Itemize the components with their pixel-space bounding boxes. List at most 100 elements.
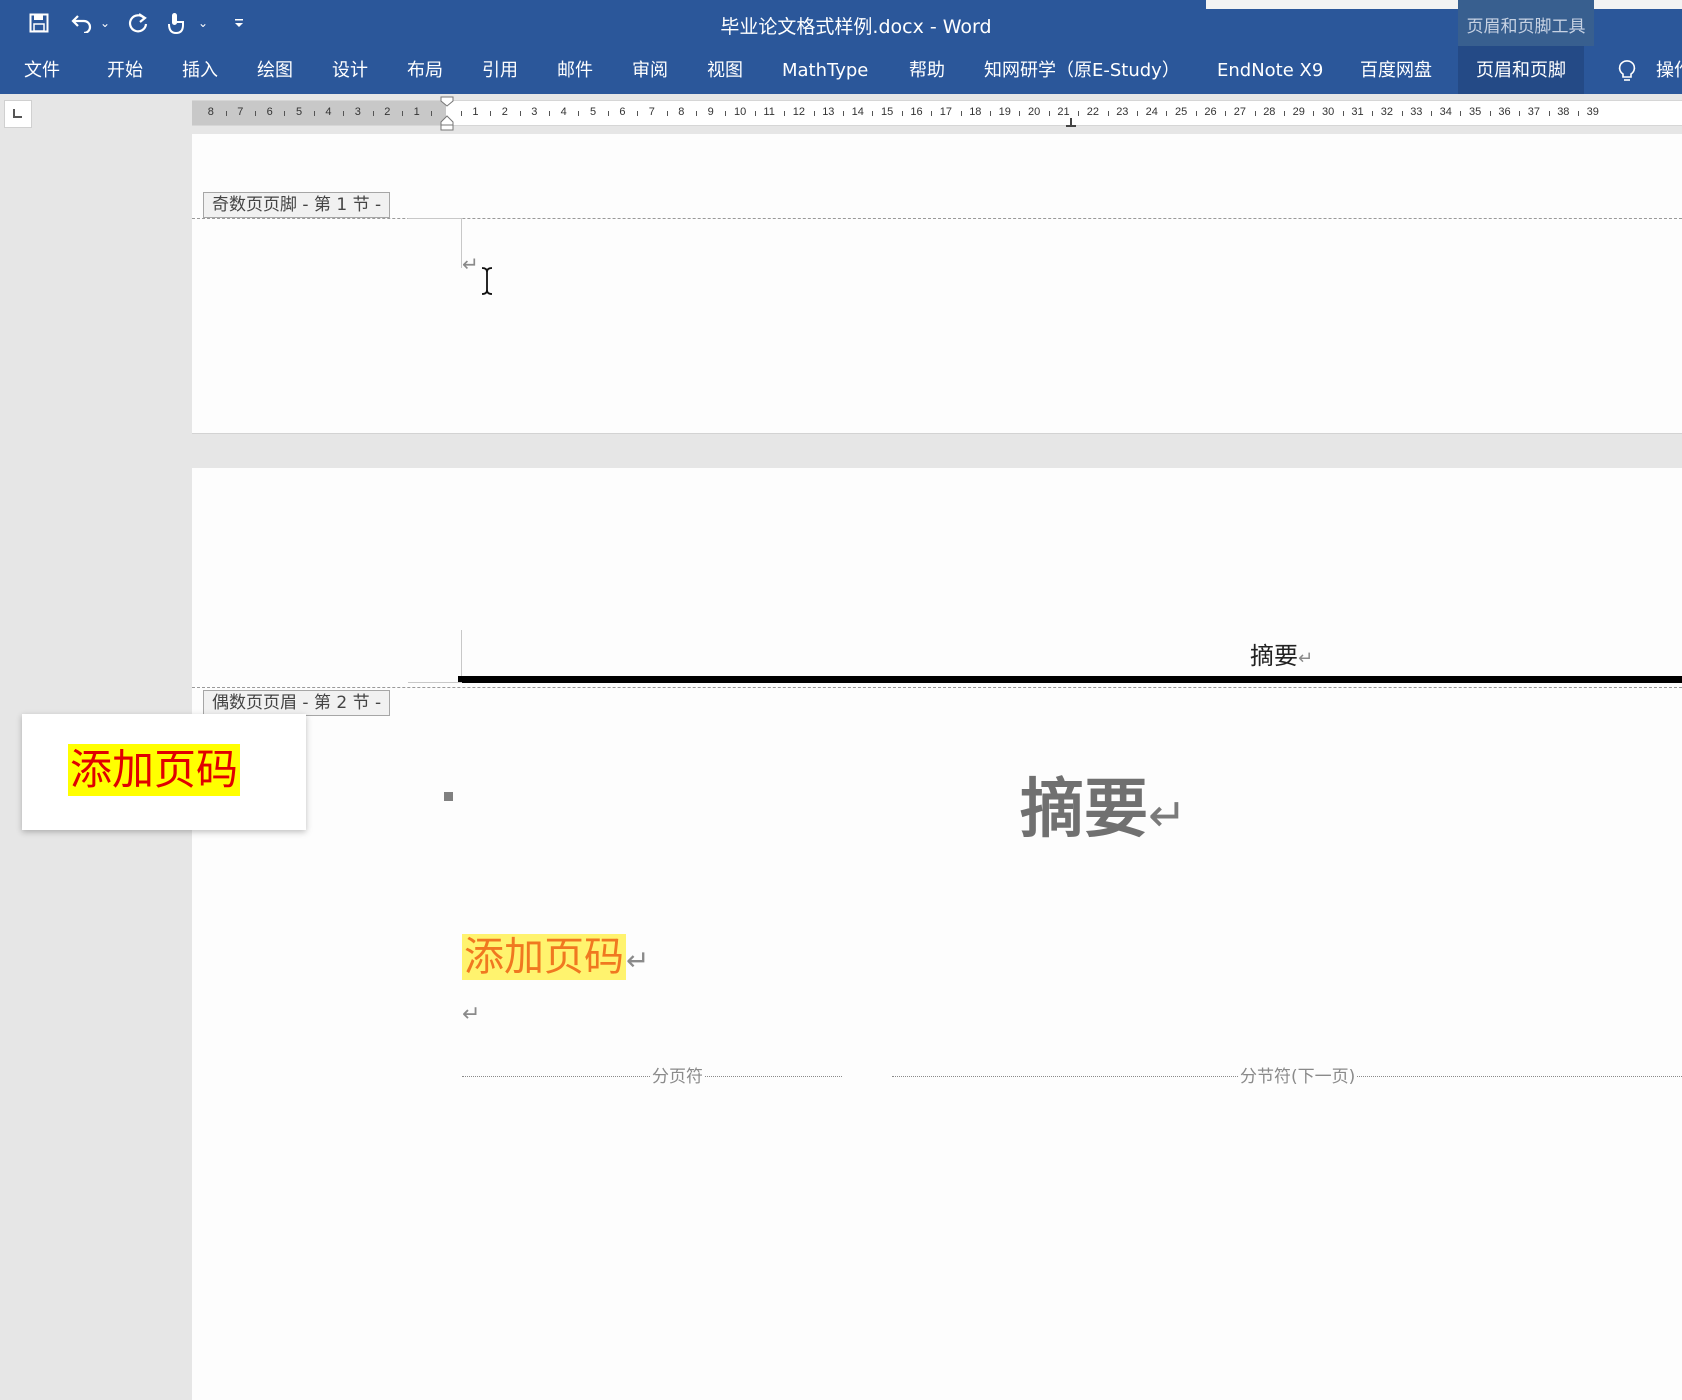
ruler-number: 4: [560, 106, 567, 118]
tab-cnki-study[interactable]: 知网研学（原E-Study）: [984, 46, 1180, 94]
ruler-tick: [872, 111, 874, 116]
highlighted-paragraph[interactable]: 添加页码↵: [462, 924, 649, 982]
tab-insert[interactable]: 插入: [182, 46, 218, 94]
ruler-tick: [1107, 111, 1109, 116]
ruler-tick: [637, 111, 639, 116]
tab-selector-button[interactable]: [4, 100, 32, 128]
ruler-number: 31: [1351, 106, 1364, 118]
ruler-tick: [1342, 111, 1344, 116]
ruler-tick: [1577, 111, 1579, 116]
ruler-ticks: 8 7 6 5 4 3 2 1 1 2 3 4 5 6 7 8 9 10 11 12 13 14 15 16 17 18 19 20 2…: [192, 101, 1682, 125]
ruler-tick: [754, 111, 756, 116]
ruler-tick: [578, 111, 580, 116]
ruler-number: 5: [590, 106, 597, 118]
ruler-number: 14: [851, 106, 864, 118]
tab-tell-me[interactable]: 操作: [1656, 46, 1682, 94]
tab-design[interactable]: 设计: [332, 46, 368, 94]
ruler-number: 30: [1322, 106, 1335, 118]
ruler-number: 6: [266, 106, 273, 118]
paragraph-mark: ↵: [462, 1002, 481, 1027]
ruler-number: 3: [531, 106, 538, 118]
ruler-number: 1: [413, 106, 420, 118]
ruler-number: 6: [619, 106, 626, 118]
ruler-tick: [1372, 111, 1374, 116]
callout-box: 添加页码: [22, 714, 306, 830]
ruler-number: 23: [1116, 106, 1129, 118]
horizontal-ruler[interactable]: 8 7 6 5 4 3 2 1 1 2 3 4 5 6 7 8 9 10 11 12 13 14 15 16 17 18 19 20 2…: [192, 100, 1682, 126]
ruler-number: 7: [648, 106, 655, 118]
page-2: 摘要↵ 偶数页页眉 - 第 2 节 - 摘要↵ 添加页码↵ ↵ 分页符 分节符(…: [192, 468, 1682, 1400]
body-heading-text: 摘要: [1020, 773, 1148, 847]
tab-home[interactable]: 开始: [107, 46, 143, 94]
left-tab-icon: [13, 109, 22, 118]
ruler-number: 38: [1557, 106, 1570, 118]
ruler-tick: [1460, 111, 1462, 116]
tab-review[interactable]: 审阅: [632, 46, 668, 94]
indent-marker[interactable]: [440, 96, 454, 132]
ruler-number: 4: [325, 106, 332, 118]
ruler-tick: [901, 111, 903, 116]
ruler-number: 32: [1380, 106, 1394, 118]
ruler-number: 11: [763, 106, 775, 118]
ruler-number: 22: [1086, 106, 1100, 118]
ruler-tick: [1225, 111, 1227, 116]
ruler-number: 9: [707, 106, 714, 118]
ruler-tick: [1195, 111, 1197, 116]
text-boundary-corner: [408, 682, 462, 683]
window-title: 毕业论文格式样例.docx - Word: [720, 16, 992, 38]
tab-endnote[interactable]: EndNote X9: [1217, 46, 1323, 94]
center-tab-stop[interactable]: [1065, 118, 1077, 128]
tab-mailings[interactable]: 邮件: [557, 46, 593, 94]
body-heading[interactable]: 摘要↵: [1020, 758, 1187, 850]
lightbulb-icon[interactable]: [1617, 59, 1637, 87]
ruler-tick: [284, 111, 286, 116]
tab-draw[interactable]: 绘图: [257, 46, 293, 94]
ruler-number: 34: [1439, 106, 1452, 118]
ruler-tick: [725, 111, 727, 116]
ruler-number: 37: [1527, 106, 1541, 118]
tab-file[interactable]: 文件: [24, 46, 60, 94]
ruler-number: 3: [354, 106, 361, 118]
header-title[interactable]: 摘要↵: [1250, 636, 1313, 671]
ruler-number: 36: [1498, 106, 1511, 118]
ruler-number: 16: [910, 106, 923, 118]
ruler-tick: [343, 111, 345, 116]
ruler-tick: [225, 111, 227, 116]
ruler-number: 29: [1292, 106, 1305, 118]
ruler-number: 15: [881, 106, 894, 118]
tab-mathtype[interactable]: MathType: [782, 46, 868, 94]
ruler-tick: [842, 111, 844, 116]
ruler-tick: [1048, 111, 1050, 116]
tab-help[interactable]: 帮助: [909, 46, 945, 94]
title-bar-light-strip: [1206, 0, 1682, 9]
ruler-number: 18: [969, 106, 982, 118]
paragraph-mark: ↵: [1148, 788, 1187, 842]
ruler-number: 17: [939, 106, 953, 118]
highlighted-text: 添加页码: [462, 934, 626, 980]
tab-view[interactable]: 视图: [707, 46, 743, 94]
header-boundary: [192, 687, 1682, 688]
paragraph-mark: ↵: [462, 252, 479, 276]
header-title-text: 摘要: [1250, 642, 1298, 670]
page-1: 奇数页页脚 - 第 1 节 - ↵: [192, 134, 1682, 434]
ruler-tick: [1548, 111, 1550, 116]
ruler-tick: [960, 111, 962, 116]
object-anchor-handle[interactable]: [444, 792, 453, 801]
ruler-number: 7: [237, 106, 244, 118]
tab-references[interactable]: 引用: [482, 46, 518, 94]
ruler-number: 12: [792, 106, 806, 118]
text-boundary-corner: [408, 218, 462, 219]
ruler-tick: [666, 111, 668, 116]
tab-header-footer[interactable]: 页眉和页脚: [1458, 46, 1584, 94]
ruler-tick: [519, 111, 521, 116]
ruler-tick: [431, 111, 433, 116]
ruler-tick: [1254, 111, 1256, 116]
tab-layout[interactable]: 布局: [407, 46, 443, 94]
header-border-line: [458, 676, 1682, 683]
ruler-tick: [931, 111, 933, 116]
tab-baidu-netdisk[interactable]: 百度网盘: [1360, 46, 1432, 94]
ruler-tick: [313, 111, 315, 116]
page-break-label: 分页符: [650, 1062, 705, 1087]
ruler-tick: [607, 111, 609, 116]
ruler-number: 19: [998, 106, 1011, 118]
